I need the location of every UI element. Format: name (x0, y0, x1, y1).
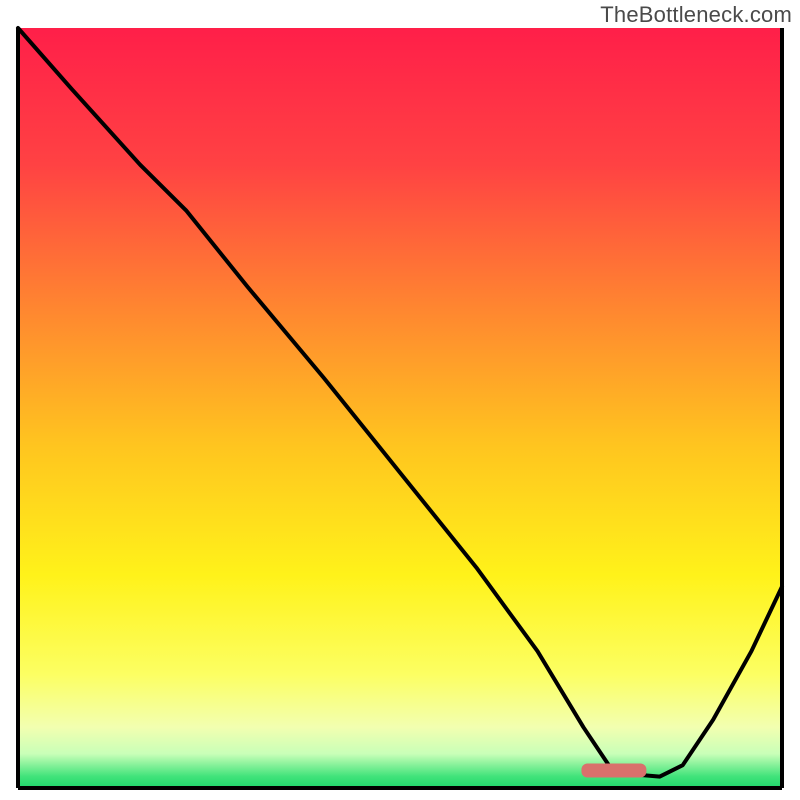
chart-container: TheBottleneck.com (0, 0, 800, 800)
bottleneck-chart-svg (0, 0, 800, 800)
optimal-marker (581, 764, 646, 778)
plot-area (18, 28, 782, 788)
watermark-text: TheBottleneck.com (600, 2, 792, 28)
